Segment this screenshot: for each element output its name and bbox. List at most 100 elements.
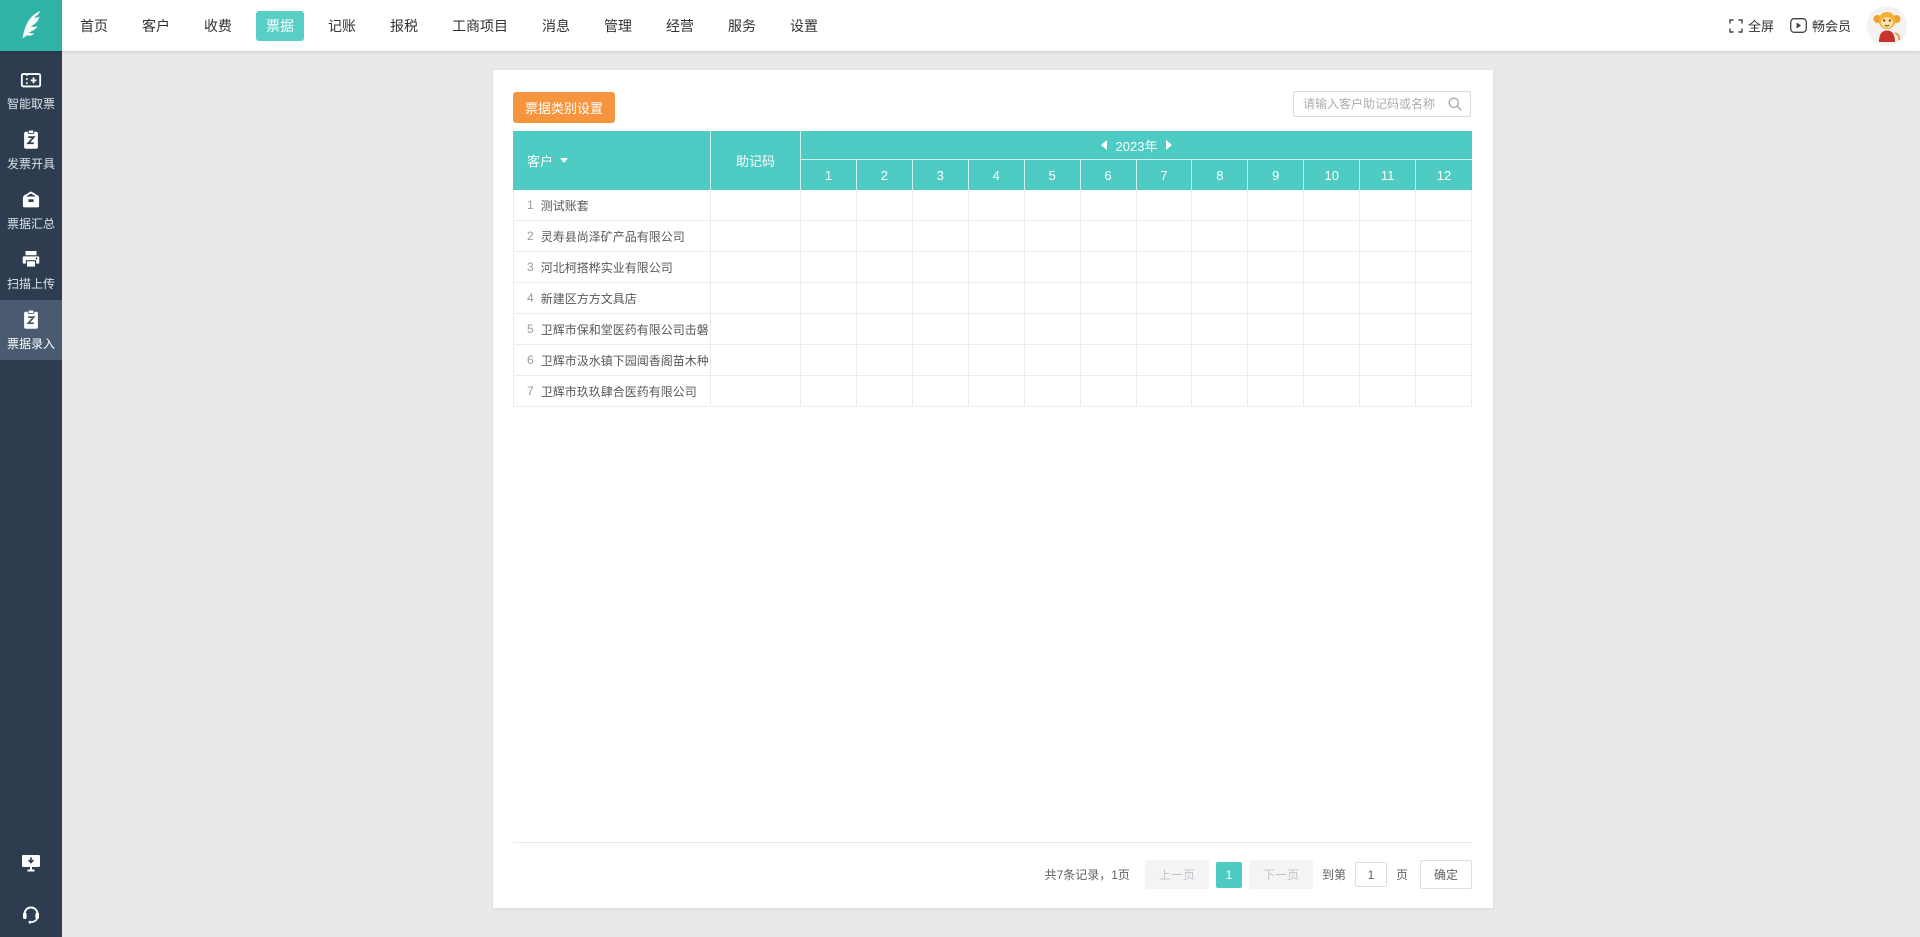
table-row[interactable]: 4新建区方方文具店 xyxy=(514,283,1472,314)
month-cell[interactable] xyxy=(857,190,913,220)
month-cell[interactable] xyxy=(801,221,857,251)
sidebar-item-票据汇总[interactable]: 票据汇总 xyxy=(0,180,62,240)
month-cell[interactable] xyxy=(1137,252,1193,282)
month-cell[interactable] xyxy=(1360,345,1416,375)
month-cell[interactable] xyxy=(1025,190,1081,220)
prev-page-button[interactable]: 上一页 xyxy=(1145,860,1209,889)
sidebar-item-智能取票[interactable]: 智能取票 xyxy=(0,60,62,120)
month-cell[interactable] xyxy=(1137,376,1193,406)
month-cell[interactable] xyxy=(1360,221,1416,251)
month-cell[interactable] xyxy=(1081,252,1137,282)
month-cell[interactable] xyxy=(1025,252,1081,282)
month-cell[interactable] xyxy=(1416,221,1472,251)
month-cell[interactable] xyxy=(1025,376,1081,406)
nav-item-票据[interactable]: 票据 xyxy=(256,11,304,41)
month-cell[interactable] xyxy=(1192,314,1248,344)
confirm-page-button[interactable]: 确定 xyxy=(1420,860,1472,889)
month-cell[interactable] xyxy=(1137,190,1193,220)
month-cell[interactable] xyxy=(969,314,1025,344)
mnemonic-cell[interactable] xyxy=(711,376,801,406)
month-cell[interactable] xyxy=(913,221,969,251)
month-cell[interactable] xyxy=(1304,314,1360,344)
month-cell[interactable] xyxy=(913,345,969,375)
month-cell[interactable] xyxy=(1248,314,1304,344)
month-cell[interactable] xyxy=(801,283,857,313)
table-row[interactable]: 7卫辉市玖玖肆合医药有限公司 xyxy=(514,376,1472,407)
month-cell[interactable] xyxy=(1416,190,1472,220)
support-icon[interactable] xyxy=(19,901,43,925)
month-cell[interactable] xyxy=(969,190,1025,220)
month-cell[interactable] xyxy=(857,283,913,313)
month-cell[interactable] xyxy=(1248,376,1304,406)
month-cell[interactable] xyxy=(1137,345,1193,375)
month-cell[interactable] xyxy=(913,190,969,220)
month-cell[interactable] xyxy=(969,252,1025,282)
month-cell[interactable] xyxy=(857,376,913,406)
goto-page-input[interactable] xyxy=(1355,862,1387,887)
month-cell[interactable] xyxy=(1248,283,1304,313)
next-page-button[interactable]: 下一页 xyxy=(1249,860,1313,889)
month-cell[interactable] xyxy=(1081,283,1137,313)
ticket-category-settings-button[interactable]: 票据类别设置 xyxy=(513,92,615,123)
search-icon[interactable] xyxy=(1447,96,1463,112)
month-cell[interactable] xyxy=(1304,221,1360,251)
month-cell[interactable] xyxy=(1304,252,1360,282)
nav-item-设置[interactable]: 设置 xyxy=(780,11,828,41)
current-page-button[interactable]: 1 xyxy=(1216,862,1242,888)
nav-item-记账[interactable]: 记账 xyxy=(318,11,366,41)
nav-item-经营[interactable]: 经营 xyxy=(656,11,704,41)
sidebar-item-票据录入[interactable]: 票据录入 xyxy=(0,300,62,360)
month-cell[interactable] xyxy=(1137,314,1193,344)
month-cell[interactable] xyxy=(801,190,857,220)
month-cell[interactable] xyxy=(969,345,1025,375)
month-cell[interactable] xyxy=(1360,252,1416,282)
mnemonic-cell[interactable] xyxy=(711,221,801,251)
month-cell[interactable] xyxy=(969,283,1025,313)
month-cell[interactable] xyxy=(857,221,913,251)
customer-column-header[interactable]: 客户 xyxy=(513,131,711,190)
mnemonic-cell[interactable] xyxy=(711,345,801,375)
sidebar-item-发票开具[interactable]: 发票开具 xyxy=(0,120,62,180)
month-cell[interactable] xyxy=(1248,345,1304,375)
customer-cell[interactable]: 2灵寿县尚泽矿产品有限公司 xyxy=(514,221,711,251)
month-cell[interactable] xyxy=(801,314,857,344)
month-cell[interactable] xyxy=(1081,190,1137,220)
month-cell[interactable] xyxy=(1304,345,1360,375)
nav-item-收费[interactable]: 收费 xyxy=(194,11,242,41)
month-cell[interactable] xyxy=(1248,252,1304,282)
customer-cell[interactable]: 3河北柯搭桦实业有限公司 xyxy=(514,252,711,282)
table-row[interactable]: 3河北柯搭桦实业有限公司 xyxy=(514,252,1472,283)
month-cell[interactable] xyxy=(1360,283,1416,313)
month-cell[interactable] xyxy=(1416,283,1472,313)
month-cell[interactable] xyxy=(1248,190,1304,220)
month-cell[interactable] xyxy=(1192,345,1248,375)
month-cell[interactable] xyxy=(1137,283,1193,313)
month-cell[interactable] xyxy=(1360,314,1416,344)
month-cell[interactable] xyxy=(913,252,969,282)
mnemonic-cell[interactable] xyxy=(711,252,801,282)
mnemonic-cell[interactable] xyxy=(711,283,801,313)
month-cell[interactable] xyxy=(969,376,1025,406)
month-cell[interactable] xyxy=(1304,376,1360,406)
customer-cell[interactable]: 1测试账套 xyxy=(514,190,711,220)
table-row[interactable]: 2灵寿县尚泽矿产品有限公司 xyxy=(514,221,1472,252)
app-logo[interactable] xyxy=(0,0,62,51)
next-year-arrow-icon[interactable] xyxy=(1166,140,1172,150)
month-cell[interactable] xyxy=(1416,314,1472,344)
month-cell[interactable] xyxy=(913,376,969,406)
month-cell[interactable] xyxy=(1025,221,1081,251)
month-cell[interactable] xyxy=(1025,283,1081,313)
month-cell[interactable] xyxy=(1192,221,1248,251)
table-row[interactable]: 1测试账套 xyxy=(514,190,1472,221)
month-cell[interactable] xyxy=(1360,376,1416,406)
sidebar-item-扫描上传[interactable]: 扫描上传 xyxy=(0,240,62,300)
month-cell[interactable] xyxy=(913,314,969,344)
month-cell[interactable] xyxy=(1025,345,1081,375)
month-cell[interactable] xyxy=(1304,190,1360,220)
month-cell[interactable] xyxy=(1081,376,1137,406)
month-cell[interactable] xyxy=(1081,345,1137,375)
month-cell[interactable] xyxy=(857,252,913,282)
previous-year-arrow-icon[interactable] xyxy=(1101,140,1107,150)
customer-cell[interactable]: 6卫辉市汲水镇下园闻香阁苗木种... xyxy=(514,345,711,375)
month-cell[interactable] xyxy=(1416,252,1472,282)
